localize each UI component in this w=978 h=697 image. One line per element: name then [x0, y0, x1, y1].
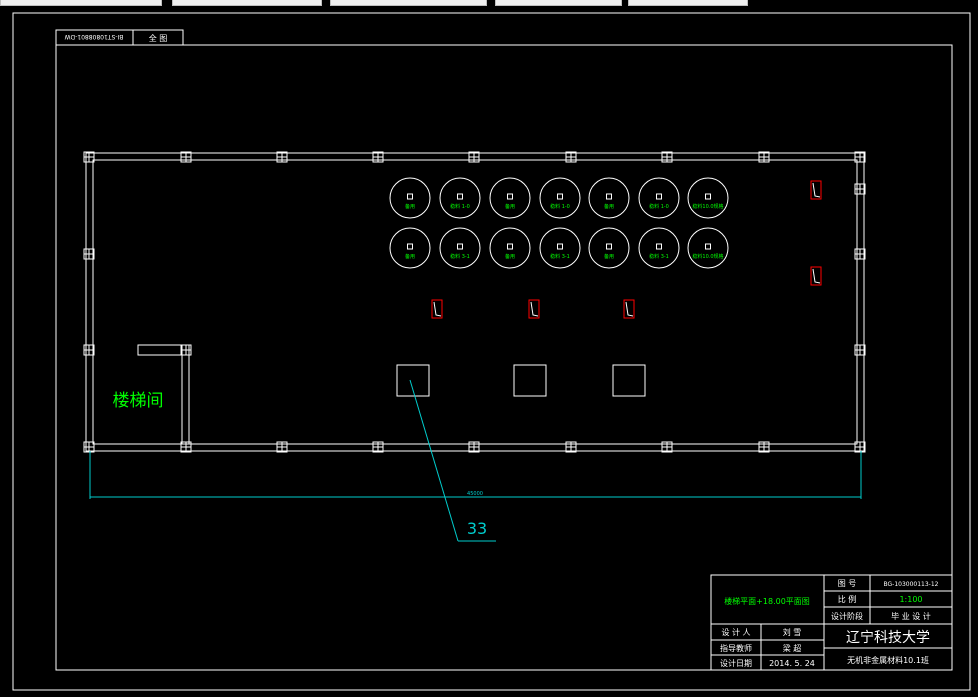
tank: 备用 — [489, 227, 531, 269]
inner-drawing-frame — [55, 44, 953, 671]
drawing-code-text: BI-ST10808801-DW — [65, 33, 124, 40]
structural-columns — [83, 151, 866, 453]
advisor-label: 指导教师 — [720, 643, 752, 653]
tank: 稳料 1-0 — [638, 177, 680, 219]
scale-value: 1:100 — [899, 595, 922, 604]
tank-array: 备用 稳料 1-0 备用 稳料 1-0 备用 稳料 1-0 稳料10.0规格备用 稳料 3-1… — [389, 177, 729, 269]
designer-label: 设 计 人 — [721, 627, 750, 637]
advisor-value: 梁 超 — [783, 643, 802, 653]
tank-label: 备用 — [505, 253, 515, 260]
floor-plan-svg: BI-ST10808801-DW 全 图 楼梯间 备用 稳料 1-0 备用 稳料 1-… — [12, 12, 971, 691]
door-symbol — [623, 299, 635, 319]
drawing-no-value: BG-103000113-12 — [884, 581, 939, 588]
cad-drawing-canvas[interactable]: BI-ST10808801-DW 全 图 楼梯间 备用 稳料 1-0 备用 稳料 1-… — [0, 0, 978, 697]
tank-label: 备用 — [604, 253, 614, 260]
tank-label: 稳料10.0规格 — [692, 203, 723, 210]
drawing-no-label: 图 号 — [838, 579, 857, 588]
tank-label: 稳料 3-1 — [649, 253, 669, 260]
tank: 稳料 3-1 — [439, 227, 481, 269]
inner-wall-line — [92, 159, 858, 445]
tank: 备用 — [389, 177, 431, 219]
stair-landing-wall — [137, 344, 183, 356]
door-symbol — [431, 299, 443, 319]
tank: 备用 — [389, 227, 431, 269]
callout-number: 33 — [467, 519, 487, 538]
class-name: 无机非金属材料10.1班 — [847, 655, 929, 665]
drawing-code-tab: BI-ST10808801-DW 全 图 — [55, 29, 184, 46]
tank-label: 稳料10.0规格 — [692, 253, 723, 260]
date-label: 设计日期 — [720, 658, 752, 668]
tank: 备用 — [489, 177, 531, 219]
equipment-pads — [396, 364, 646, 397]
tank: 稳料 1-0 — [539, 177, 581, 219]
tank-label: 稳料 1-0 — [450, 203, 470, 210]
outer-wall-line — [85, 152, 865, 452]
scale-label: 比 例 — [838, 594, 857, 604]
stair-room-label: 楼梯间 — [113, 391, 164, 411]
tank: 稳料 3-1 — [638, 227, 680, 269]
door-symbol — [528, 299, 540, 319]
equipment-pad — [513, 364, 547, 397]
tank-label: 稳料 3-1 — [550, 253, 570, 260]
drawing-title: 楼梯平面+18.00平面图 — [724, 596, 810, 606]
tank-label: 稳料 1-0 — [550, 203, 570, 210]
tank: 稳料 3-1 — [539, 227, 581, 269]
callout-leader — [409, 379, 496, 542]
stage-value: 毕 业 设 计 — [891, 611, 931, 621]
tank: 稳料 1-0 — [439, 177, 481, 219]
equipment-pad — [612, 364, 646, 397]
designer-value: 刘 雪 — [783, 627, 802, 637]
tank: 备用 — [588, 227, 630, 269]
dimension-text: 45000 — [467, 491, 483, 497]
door-symbol — [810, 266, 822, 286]
outer-sheet-border — [12, 12, 971, 691]
tank-label: 备用 — [505, 203, 515, 210]
tank: 稳料10.0规格 — [687, 227, 729, 269]
tank: 稳料10.0规格 — [687, 177, 729, 219]
tank-label: 备用 — [405, 203, 415, 210]
tank-label: 备用 — [405, 253, 415, 260]
tank: 备用 — [588, 177, 630, 219]
tank-label: 稳料 1-0 — [649, 203, 669, 210]
full-drawing-tab-text: 全 图 — [149, 33, 168, 43]
school-name: 辽宁科技大学 — [846, 629, 930, 646]
tank-label: 备用 — [604, 203, 614, 210]
tank-label: 稳料 3-1 — [450, 253, 470, 260]
door-symbol — [810, 180, 822, 200]
date-value: 2014. 5. 24 — [769, 659, 815, 668]
stage-label: 设计阶段 — [831, 611, 863, 621]
building-walls — [85, 152, 865, 452]
